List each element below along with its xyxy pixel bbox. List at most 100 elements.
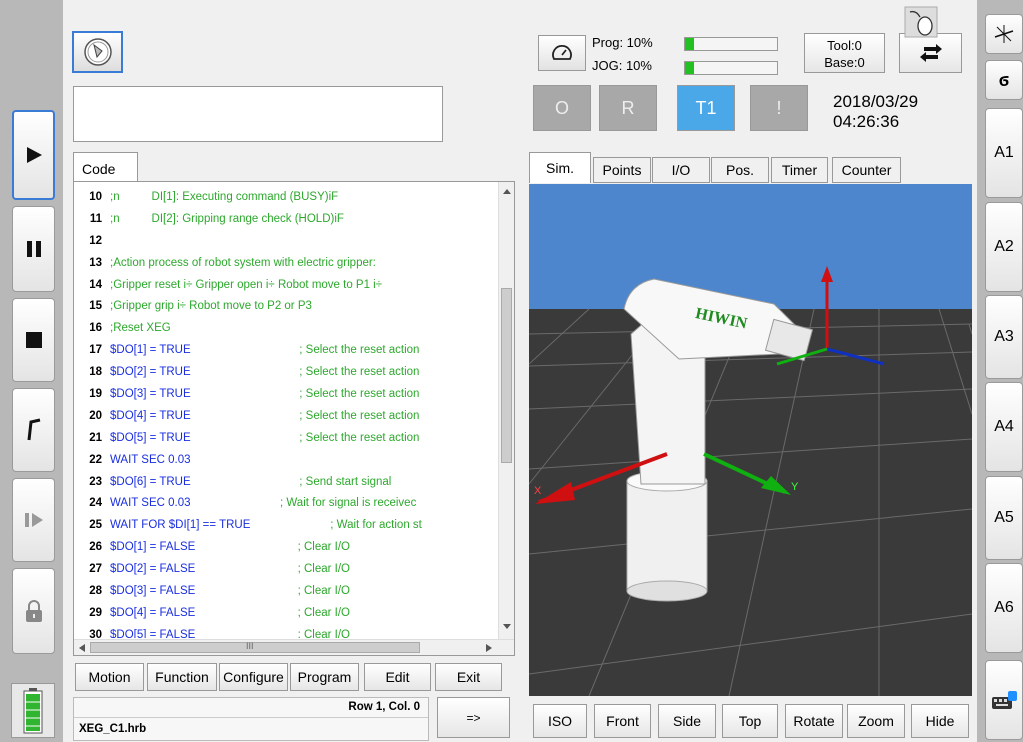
code-line[interactable]: 22 WAIT SEC 0.03 [74,449,499,471]
code-statement: $DO[4] = FALSE [110,606,196,619]
robot-select-button[interactable]: ϭ [985,60,1023,100]
line-number: 20 [89,409,102,422]
go-to-line-label: => [466,710,481,725]
code-comment: ;n DI[1]: Executing command (BUSY)iF [110,190,339,203]
code-line[interactable]: 30 $DO[5] = FALSE ; Clear I/O [74,624,499,638]
code-line[interactable]: 16 ;Reset XEG [74,317,499,339]
code-line[interactable]: 13 ;Action process of robot system with e… [74,252,499,274]
axis-button-a2[interactable]: A2 [985,202,1023,292]
play-button[interactable] [12,110,55,200]
side-view-button[interactable]: Side [658,704,716,738]
exit-button[interactable]: Exit [435,663,502,691]
line-number: 28 [89,584,102,597]
tab-io[interactable]: I/O [652,157,710,183]
edit-button[interactable]: Edit [364,663,431,691]
code-statement: $DO[6] = TRUE [110,475,191,488]
code-line[interactable]: 14 ;Gripper reset i÷ Gripper open i÷ Robo… [74,274,499,296]
keyboard-button[interactable] [985,660,1023,740]
code-line[interactable]: 10 ;n DI[1]: Executing command (BUSY)iF [74,186,499,208]
tab-points[interactable]: Points [593,157,651,183]
code-line[interactable]: 27 $DO[2] = FALSE ; Clear I/O [74,558,499,580]
code-line[interactable]: 11 ;n DI[2]: Gripping range check (HOLD)i… [74,208,499,230]
scroll-thumb[interactable]: III [90,641,420,653]
configure-button[interactable]: Configure [219,663,288,691]
function-label: Function [155,669,209,685]
stop-icon [25,332,42,348]
code-line[interactable]: 17 $DO[1] = TRUE ; Select the reset actio… [74,339,499,361]
mode-button-alert[interactable]: ! [750,85,808,131]
scroll-right-icon [486,644,492,652]
rotate-button[interactable]: Rotate [785,704,843,738]
scroll-thumb[interactable] [501,288,512,463]
coordinate-frame-icon [994,25,1014,43]
lock-button[interactable] [12,568,55,654]
code-line[interactable]: 26 $DO[1] = FALSE ; Clear I/O [74,536,499,558]
speed-button[interactable] [538,35,586,71]
code-statement: WAIT SEC 0.03 [110,453,191,466]
program-button[interactable]: Program [290,663,359,691]
code-editor[interactable]: 10 ;n DI[1]: Executing command (BUSY)iF 11… [73,181,515,656]
view-label: Rotate [793,713,835,729]
line-number: 12 [89,234,102,247]
code-vertical-scrollbar[interactable] [498,182,514,640]
code-line[interactable]: 20 $DO[4] = TRUE ; Select the reset actio… [74,405,499,427]
code-line[interactable]: 25 WAIT FOR $DI[1] == TRUE ; Wait for act… [74,514,499,536]
tab-code-label: Code [82,161,116,177]
motion-button[interactable]: Motion [75,663,144,691]
code-comment: ; Select the reset action [190,366,420,379]
code-line[interactable]: 24 WAIT SEC 0.03 ; Wait for signal is rec… [74,492,499,514]
mode-switch-button[interactable] [72,31,123,73]
code-line[interactable]: 23 $DO[6] = TRUE ; Send start signal [74,471,499,493]
x-axis-label: X [534,485,542,497]
tab-pos[interactable]: Pos. [711,157,769,183]
iso-view-button[interactable]: ISO [533,704,587,738]
hide-button[interactable]: Hide [911,704,969,738]
tool-base-button[interactable]: Tool:0 Base:0 [804,33,885,73]
line-number: 10 [89,190,102,203]
axis-button-a1[interactable]: A1 [985,108,1023,198]
step-forward-button[interactable] [12,478,55,562]
line-number: 19 [89,387,102,400]
coordinate-frame-button[interactable] [985,14,1023,54]
code-comment: ;Reset XEG [110,322,171,335]
tab-code[interactable]: Code [73,152,138,182]
axis-button-a6[interactable]: A6 [985,563,1023,653]
mode-button-t1[interactable]: T1 [677,85,735,131]
axis-label: A6 [994,599,1014,616]
code-statement: $DO[1] = FALSE [110,541,196,554]
go-to-line-button[interactable]: => [437,697,510,738]
code-line[interactable]: 15 ;Gripper grip i÷ Robot move to P2 or P… [74,295,499,317]
jog-speed-fill [685,62,695,74]
step-back-button[interactable] [12,388,55,472]
top-view-button[interactable]: Top [722,704,778,738]
mode-button-o[interactable]: O [533,85,591,131]
code-statement: $DO[3] = TRUE [110,387,191,400]
robot-3d-viewport[interactable]: HIWIN X Y [529,184,972,696]
zoom-button[interactable]: Zoom [847,704,905,738]
tab-sim[interactable]: Sim. [529,152,591,183]
function-button[interactable]: Function [147,663,217,691]
code-line[interactable]: 18 $DO[2] = TRUE ; Select the reset actio… [74,361,499,383]
axis-button-a3[interactable]: A3 [985,295,1023,379]
stop-button[interactable] [12,298,55,382]
code-horizontal-scrollbar[interactable]: III [74,639,514,655]
file-name: XEG_C1.hrb [79,723,147,735]
code-line[interactable]: 21 $DO[5] = TRUE ; Select the reset actio… [74,427,499,449]
tab-timer[interactable]: Timer [771,157,828,183]
code-line[interactable]: 19 $DO[3] = TRUE ; Select the reset actio… [74,383,499,405]
mode-button-r[interactable]: R [599,85,657,131]
tab-counter[interactable]: Counter [832,157,901,183]
pause-button[interactable] [12,206,55,292]
code-line[interactable]: 29 $DO[4] = FALSE ; Clear I/O [74,602,499,624]
axis-button-a4[interactable]: A4 [985,382,1023,472]
code-line[interactable]: 28 $DO[3] = FALSE ; Clear I/O [74,580,499,602]
prog-speed-label: Prog: 10% [592,35,653,50]
program-label: Program [297,669,352,685]
sync-button[interactable] [899,33,962,73]
code-statement: $DO[2] = TRUE [110,366,191,379]
line-number: 23 [89,475,102,488]
code-line[interactable]: 12 [74,230,499,252]
front-view-button[interactable]: Front [594,704,651,738]
line-number: 16 [89,322,102,335]
axis-button-a5[interactable]: A5 [985,476,1023,560]
